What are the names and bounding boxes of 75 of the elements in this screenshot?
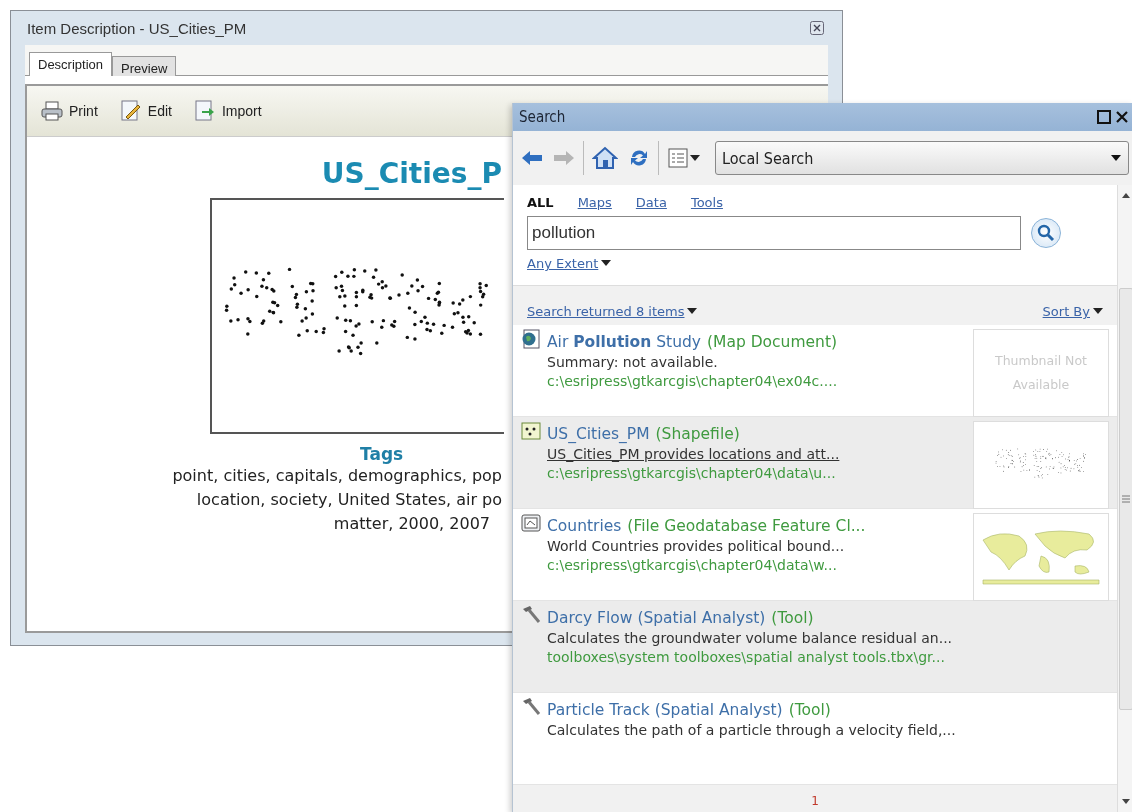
result-summary: US_Cities_PM provides locations and att... bbox=[547, 446, 841, 462]
search-scope-dropdown[interactable]: Local Search bbox=[715, 141, 1129, 175]
tags-text: matter, 2000, 2007 bbox=[333, 513, 491, 535]
feature-class-icon bbox=[521, 513, 541, 533]
window-title: Item Description - US_Cities_PM bbox=[27, 19, 247, 37]
result-path: toolboxes\system toolboxes\spatial analyst tools.tbx\gr... bbox=[547, 649, 946, 665]
maximize-icon[interactable] bbox=[1097, 110, 1111, 124]
toolbar-button[interactable]: Print bbox=[41, 101, 98, 121]
caret-down-icon bbox=[687, 308, 698, 315]
result-summary: Calculates the path of a particle through a velocity field,... bbox=[547, 722, 957, 738]
search-result[interactable]: Countries (File Geodatabase Feature Cl... World Countries provides political bound... c:\esripress\gtkarcgis\chapter04\data\w... bbox=[513, 509, 1117, 601]
extent-dropdown[interactable]: Any Extent bbox=[527, 256, 1117, 271]
hammer-icon bbox=[521, 697, 541, 717]
scrollbar[interactable] bbox=[1117, 185, 1132, 812]
hammer-icon bbox=[521, 605, 541, 625]
caret-down-icon bbox=[601, 260, 612, 267]
home-icon bbox=[592, 146, 618, 170]
result-path: c:\esripress\gtkarcgis\chapter04\data\u... bbox=[547, 465, 837, 481]
caret-down-icon bbox=[689, 154, 701, 162]
toolbar-button[interactable]: Edit bbox=[119, 100, 172, 122]
result-path: c:\esripress\gtkarcgis\chapter04\data\w... bbox=[547, 557, 838, 573]
item-heading: US_Cities_P bbox=[321, 157, 502, 190]
result-type: (Shapefile) bbox=[655, 425, 740, 443]
tags-heading: Tags bbox=[360, 444, 404, 464]
extent-link-text: Any Extent bbox=[527, 256, 599, 271]
home-button[interactable] bbox=[590, 144, 620, 172]
result-type: (Map Document) bbox=[707, 333, 838, 351]
result-type: (Tool) bbox=[788, 701, 831, 719]
tab[interactable]: Preview bbox=[112, 56, 177, 76]
view-options-button[interactable] bbox=[665, 145, 703, 171]
close-icon[interactable] bbox=[1115, 110, 1129, 124]
printer-icon bbox=[41, 101, 63, 121]
scroll-up-icon bbox=[1120, 191, 1131, 199]
point-layer-icon bbox=[521, 421, 541, 441]
edit-document-icon bbox=[119, 100, 142, 122]
result-path: c:\esripress\gtkarcgis\chapter04\ex04c.... bbox=[547, 373, 839, 389]
search-field[interactable]: pollution bbox=[527, 216, 1021, 250]
result-title[interactable]: US_Cities_PM bbox=[547, 425, 650, 443]
search-button[interactable] bbox=[1031, 218, 1061, 248]
filter-tab[interactable]: Maps bbox=[577, 195, 612, 210]
filter-tab[interactable]: Tools bbox=[690, 195, 723, 210]
search-result[interactable]: Darcy Flow (Spatial Analyst) (Tool) Calculates the groundwater volume balance residual an... toolboxes\system toolboxes\spatial analyst tools.tbx\gr... bbox=[513, 601, 1117, 693]
result-summary: Summary: not available. bbox=[547, 354, 719, 370]
search-icon bbox=[1037, 224, 1055, 242]
tags-text: point, cities, capitals, demographics, pop bbox=[172, 465, 503, 487]
tags-text: location, society, United States, air po bbox=[196, 489, 503, 511]
sort-dropdown[interactable]: Sort By bbox=[1042, 304, 1103, 319]
window-title: Search bbox=[519, 108, 566, 126]
result-summary: Calculates the groundwater volume balance residual an... bbox=[547, 630, 954, 646]
caret-down-icon bbox=[1110, 154, 1122, 162]
result-title[interactable]: Darcy Flow (Spatial Analyst) bbox=[547, 609, 766, 627]
close-icon[interactable] bbox=[810, 21, 824, 35]
grip-icon bbox=[1121, 494, 1130, 503]
scroll-thumb[interactable] bbox=[1118, 287, 1132, 710]
caret-down-icon bbox=[1093, 308, 1103, 315]
map-document-icon bbox=[521, 329, 541, 349]
result-summary: World Countries provides political bound... bbox=[547, 538, 846, 554]
search-result[interactable]: US_Cities_PM (Shapefile) US_Cities_PM provides locations and att... c:\esripress\gtkarcgis\chapter04\data\u... bbox=[513, 417, 1117, 509]
import-document-icon bbox=[193, 100, 216, 122]
tab[interactable]: Description bbox=[29, 52, 113, 76]
result-title[interactable]: Countries bbox=[547, 517, 622, 535]
toolbar-button[interactable]: Import bbox=[193, 100, 262, 122]
scroll-down-icon bbox=[1120, 798, 1131, 806]
page-link[interactable]: 1 bbox=[811, 794, 819, 808]
result-type: (File Geodatabase Feature Cl... bbox=[627, 517, 866, 535]
result-title[interactable]: Particle Track (Spatial Analyst) bbox=[547, 701, 783, 719]
result-type: (Tool) bbox=[771, 609, 814, 627]
arrow-left-icon bbox=[521, 150, 543, 166]
filter-tab[interactable]: Data bbox=[635, 195, 667, 210]
arrow-right-icon bbox=[553, 150, 575, 166]
filter-tab[interactable]: ALL bbox=[527, 195, 554, 210]
result-title[interactable]: Air Pollution Study bbox=[547, 333, 701, 351]
sort-link-text: Sort By bbox=[1042, 304, 1090, 319]
list-view-icon bbox=[667, 147, 689, 169]
search-result[interactable]: Particle Track (Spatial Analyst) (Tool) Calculates the path of a particle through a velocity field,... bbox=[513, 693, 1117, 785]
